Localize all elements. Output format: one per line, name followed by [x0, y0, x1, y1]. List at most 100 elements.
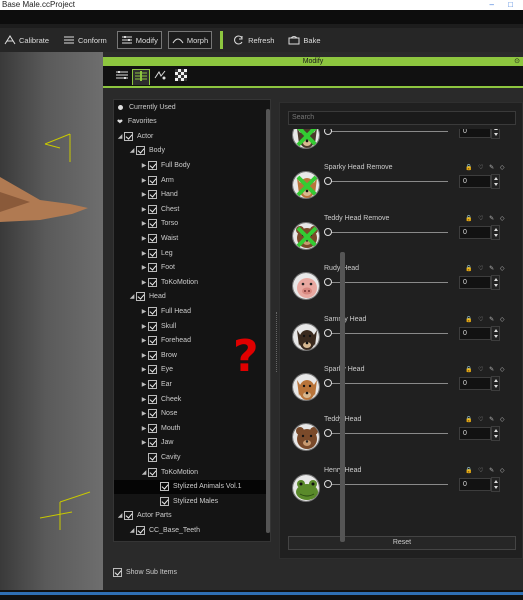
show-sub-items-toggle[interactable]: Show Sub Items [113, 568, 177, 577]
morph-item-icons[interactable]: 🔒 ♡ ✎ ◇ [465, 265, 507, 272]
expand-arrow-icon[interactable]: ▶ [140, 308, 148, 315]
tree-item[interactable]: Essential [114, 538, 270, 541]
show-sub-items-checkbox[interactable] [113, 568, 122, 577]
expand-arrow-icon[interactable]: ▶ [140, 410, 148, 417]
expand-arrow-icon[interactable]: ▶ [140, 206, 148, 213]
morph-slider-track[interactable] [324, 131, 448, 132]
3d-viewport[interactable] [0, 52, 103, 590]
tree-item[interactable]: ▶ Jaw [114, 436, 270, 450]
expand-arrow-icon[interactable]: ▶ [140, 439, 148, 446]
collapse-arrow-icon[interactable]: ◢ [116, 133, 124, 140]
tree-item-checkbox[interactable] [160, 496, 169, 506]
tree-item-checkbox[interactable] [148, 160, 157, 170]
morph-value-field[interactable]: 0 [459, 427, 491, 441]
tree-item[interactable]: ◢ Body [114, 144, 270, 158]
tree-scrollbar-thumb[interactable] [266, 109, 270, 533]
tree-item-checkbox[interactable] [124, 131, 133, 141]
collapse-arrow-icon[interactable]: ◢ [128, 527, 136, 534]
tree-item[interactable]: ▶ Torso [114, 217, 270, 231]
tree-item-checkbox[interactable] [148, 321, 157, 331]
refresh-button[interactable]: Refresh [229, 31, 278, 49]
tree-item[interactable]: Stylized Animals Vol.1 [114, 479, 270, 494]
tree-item[interactable]: ▶ Full Head [114, 304, 270, 318]
tree-item[interactable]: Stylized Males [114, 494, 270, 508]
morph-value-spinner[interactable] [491, 376, 500, 391]
morph-value-spinner[interactable] [491, 174, 500, 190]
morph-value-spinner[interactable] [491, 476, 500, 492]
tree-item[interactable]: ▶ Mouth [114, 421, 270, 435]
tree-item-checkbox[interactable] [148, 350, 157, 360]
expand-arrow-icon[interactable]: ▶ [140, 352, 148, 359]
morph-slider-knob[interactable] [324, 177, 332, 186]
tree-item[interactable]: ▶ Cheek [114, 392, 270, 406]
expand-arrow-icon[interactable]: ▶ [140, 177, 148, 184]
collapse-arrow-icon[interactable]: ◢ [140, 469, 148, 476]
reset-button[interactable]: Reset [288, 536, 516, 550]
panel-pin-icon[interactable]: ⊙ [514, 57, 520, 66]
expand-arrow-icon[interactable]: ▶ [140, 235, 148, 242]
tree-item[interactable]: ▶ Hand [114, 188, 270, 202]
window-controls[interactable]: – □ [489, 0, 519, 10]
morph-item-icons[interactable]: 🔒 ♡ ✎ ◇ [465, 366, 507, 373]
expand-arrow-icon[interactable]: ▶ [140, 191, 148, 198]
morph-value-field[interactable]: 0 [459, 129, 491, 138]
tree-item[interactable]: ◢ Actor Parts [114, 509, 270, 523]
expand-arrow-icon[interactable]: ▶ [140, 425, 148, 432]
tree-item[interactable]: ▶ Foot [114, 261, 270, 275]
morph-item-icons[interactable]: 🔒 ♡ ✎ ◇ [465, 215, 507, 222]
morph-slider-knob[interactable] [324, 227, 332, 236]
morph-value-field[interactable]: 0 [459, 276, 491, 290]
tab-attributes[interactable] [113, 69, 131, 85]
morph-value-spinner[interactable] [491, 129, 500, 139]
tree-item[interactable]: ▶ Nose [114, 407, 270, 421]
morph-value-field[interactable]: 0 [459, 326, 491, 340]
tree-item-checkbox[interactable] [148, 233, 157, 243]
bake-button[interactable]: Bake [284, 31, 324, 49]
morph-slider-track[interactable] [324, 231, 448, 233]
tree-item-checkbox[interactable] [148, 365, 157, 375]
tree-item-checkbox[interactable] [136, 292, 145, 302]
tree-item[interactable]: ▶ Leg [114, 246, 270, 260]
morph-list-scrollbar[interactable] [340, 252, 345, 542]
morph-value-spinner[interactable] [491, 325, 500, 341]
tree-item[interactable]: ▶ Full Body [114, 158, 270, 172]
tree-item-checkbox[interactable] [148, 263, 157, 273]
expand-arrow-icon[interactable]: ▶ [140, 279, 148, 286]
morph-value-field[interactable]: 0 [459, 477, 491, 491]
collapse-arrow-icon[interactable]: ◢ [116, 512, 124, 519]
tab-texture[interactable] [172, 69, 190, 85]
tree-item-checkbox[interactable] [148, 248, 157, 258]
tree-item-checkbox[interactable] [148, 306, 157, 316]
tree-item-checkbox[interactable] [148, 379, 157, 389]
morph-item-icons[interactable]: 🔒 ♡ ✎ ◇ [465, 467, 507, 474]
morph-slider-knob[interactable] [324, 129, 332, 135]
search-input[interactable]: Search [288, 111, 516, 125]
morph-item-icons[interactable]: 🔒 ♡ ✎ ◇ [465, 316, 507, 323]
tree-item[interactable]: ▶ Waist [114, 231, 270, 245]
morph-slider-knob[interactable] [324, 328, 332, 337]
expand-arrow-icon[interactable]: ▶ [140, 396, 148, 403]
expand-arrow-icon[interactable]: ▶ [140, 264, 148, 271]
tree-item-checkbox[interactable] [148, 219, 157, 229]
tree-item-checkbox[interactable] [148, 438, 157, 448]
morph-value-field[interactable]: 0 [459, 175, 491, 189]
tree-item-checkbox[interactable] [148, 175, 157, 185]
expand-arrow-icon[interactable]: ▶ [140, 250, 148, 257]
tree-item-checkbox[interactable] [148, 204, 157, 214]
tree-item[interactable]: ▶ ToKoMotion [114, 275, 270, 289]
tree-item[interactable]: ◢ CC_Base_Teeth [114, 523, 270, 537]
tree-item-checkbox[interactable] [148, 190, 157, 200]
expand-arrow-icon[interactable]: ▶ [140, 220, 148, 227]
expand-arrow-icon[interactable]: ▶ [140, 337, 148, 344]
tree-item-checkbox[interactable] [148, 452, 157, 462]
tree-item-checkbox[interactable] [148, 277, 157, 287]
morph-slider-knob[interactable] [324, 278, 332, 287]
morph-slider-track[interactable] [324, 181, 448, 183]
tree-item[interactable]: ❤ Favorites [114, 115, 270, 129]
morph-value-field[interactable]: 0 [459, 225, 491, 239]
morph-value-spinner[interactable] [491, 275, 500, 291]
tree-item[interactable]: Cavity [114, 450, 270, 464]
morph-value-spinner[interactable] [491, 426, 500, 442]
tree-item-checkbox[interactable] [148, 423, 157, 433]
expand-arrow-icon[interactable]: ▶ [140, 366, 148, 373]
